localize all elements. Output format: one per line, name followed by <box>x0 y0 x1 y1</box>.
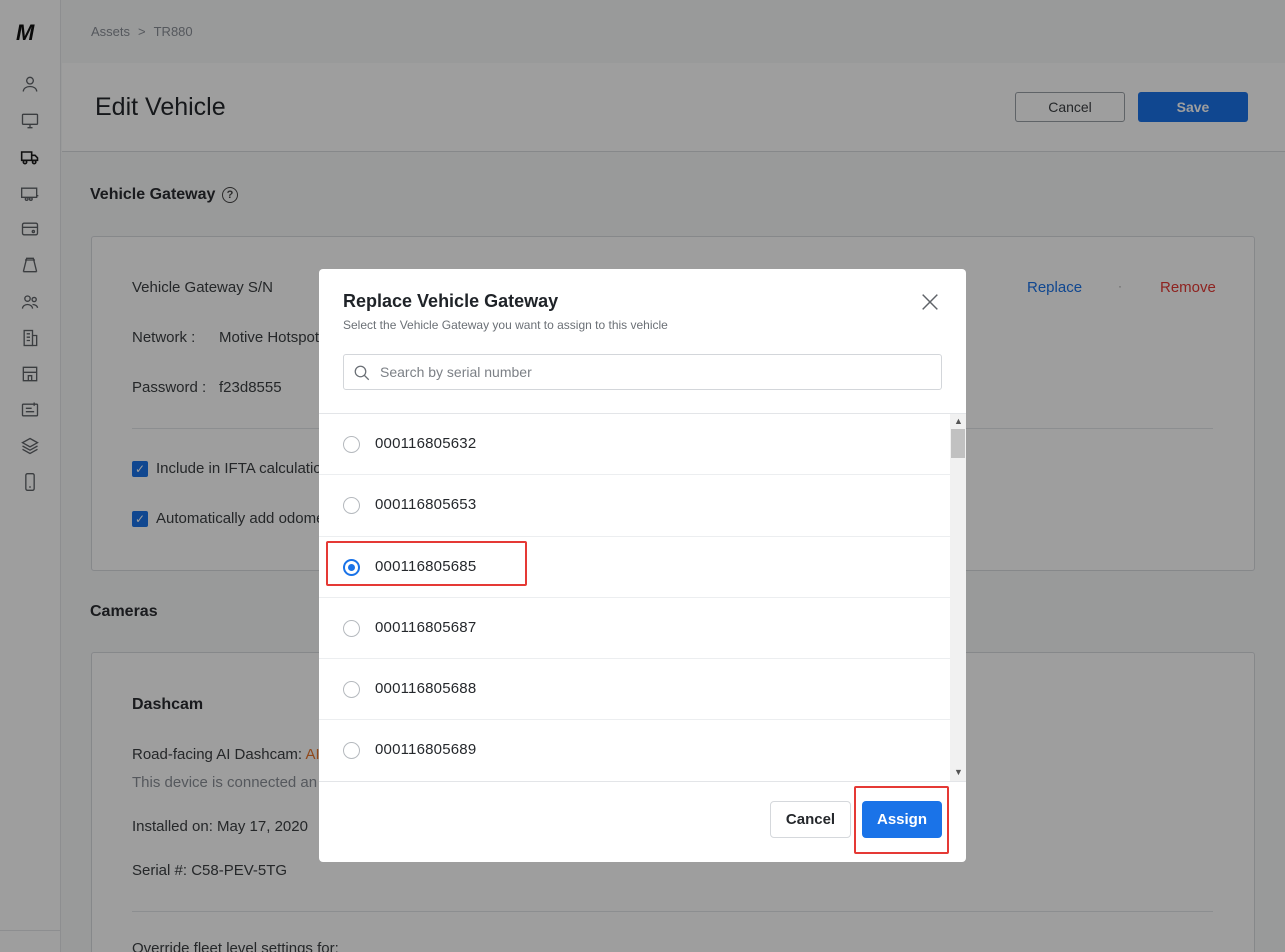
serial-number: 000116805689 <box>375 741 477 759</box>
list-divider <box>319 781 966 782</box>
scroll-down-icon[interactable]: ▼ <box>954 767 963 777</box>
serial-number: 000116805632 <box>375 435 477 452</box>
list-item-selected[interactable]: 000116805685 <box>319 537 950 598</box>
close-icon[interactable] <box>919 291 941 313</box>
scroll-thumb[interactable] <box>951 429 965 458</box>
search-box <box>343 354 942 390</box>
list-item[interactable]: 000116805653 <box>319 475 950 537</box>
radio-button[interactable] <box>343 619 360 637</box>
list-item[interactable]: 000116805688 <box>319 659 950 721</box>
radio-button[interactable] <box>343 681 360 699</box>
search-input[interactable] <box>380 355 935 389</box>
gateway-list: 000116805632 000116805653 000116805685 0… <box>319 414 950 781</box>
list-item[interactable]: 000116805632 <box>319 414 950 476</box>
search-icon <box>354 365 370 381</box>
serial-number: 000116805685 <box>375 557 477 575</box>
serial-number: 000116805688 <box>375 680 477 698</box>
modal-title: Replace Vehicle Gateway <box>343 291 559 311</box>
list-item[interactable]: 000116805687 <box>319 598 950 660</box>
radio-button[interactable] <box>343 742 360 760</box>
radio-button-selected[interactable] <box>343 558 360 576</box>
scroll-up-icon[interactable]: ▲ <box>954 416 963 426</box>
assign-button[interactable]: Assign <box>862 801 942 838</box>
list-scrollbar[interactable]: ▲ ▼ <box>950 414 966 781</box>
modal-cancel-button[interactable]: Cancel <box>770 801 851 838</box>
radio-button[interactable] <box>343 436 360 453</box>
serial-number: 000116805653 <box>375 496 477 514</box>
replace-gateway-modal: Replace Vehicle Gateway Select the Vehic… <box>319 269 966 862</box>
radio-button[interactable] <box>343 497 360 515</box>
modal-subtitle: Select the Vehicle Gateway you want to a… <box>343 318 668 332</box>
serial-number: 000116805687 <box>375 618 477 636</box>
list-item[interactable]: 000116805689 <box>319 720 950 781</box>
